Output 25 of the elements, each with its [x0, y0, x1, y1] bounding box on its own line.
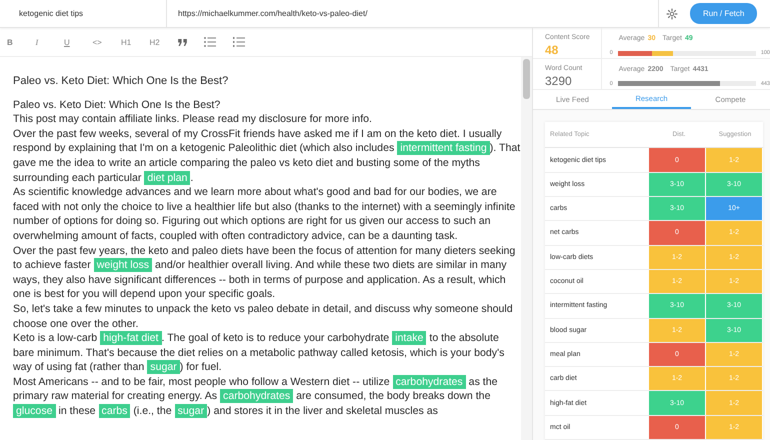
paragraph: Paleo vs. Keto Diet: Which One Is the Best? — [13, 98, 222, 112]
score-value: 3290 — [545, 74, 573, 88]
paragraph: Keto is a low-carb high-fat diet . The goal of keto is to reduce your carbohydrate intake to the absolute bare minimum. That's because the diet relies on a metabolic pathway called ketosis, which is your body's way of using fat (rather than sugar ) for fuel. — [13, 331, 506, 375]
bullet-list-icon[interactable] — [204, 37, 216, 47]
document-title: Paleo vs. Keto Diet: Which One Is the Best? — [13, 74, 230, 89]
settings-icon[interactable] — [666, 8, 678, 20]
paragraph: As scientific knowledge advances and we learn more about what's good and bad for our bodies, we are faced with not only the choice to live a healthier life but also (thanks to the internet) with a seemingly infinite number of options for doing so. Figuring out which options are right for us given our access to such an overwhelming amount of facts, coupled with often contradictory advice, can be a daunting task. — [13, 185, 516, 244]
paragraph: Over the past few years, the keto and paleo diets have been the focus of attention for many dieters seeking to achieve faster weight loss and/or healthier overall living. And while these two diets are similar in many ways, they also have significant differences -- both in terms of purpose and application. As a result, which one is best for you will depend upon your specific goals. — [13, 244, 516, 302]
format-button[interactable]: B — [7, 38, 36, 46]
format-button[interactable]: H2 — [150, 38, 178, 46]
run-fetch-button[interactable]: Run / Fetch — [690, 3, 758, 24]
paragraph: So, let's take a few minutes to unpack the keto vs paleo debate in detail, and discuss why someone should choose one over the other. — [13, 302, 514, 332]
format-button[interactable]: I — [36, 38, 64, 46]
paragraph: Most Americans -- and to be fair, most people who follow a Western diet -- utilize carbohydrates as the primary raw material for creating energy. As carbohydrates are consumed, the body breaks down the glucose in these carbs (i.e., the sugar ) and stores it in the liver and skeletal muscles as — [13, 374, 499, 419]
quote-icon[interactable] — [178, 38, 187, 46]
paragraph: Over the past few weeks, several of my CrossFit friends have asked me if I am on the keto diet. I usually respond by explaining that I'm on a ketogenic Paleolithic diet (which also includes intermittent fasting ). That gave me the idea to write an article comparing the paleo vs keto diet and busting some of the myths surrounding each particular diet plan . — [13, 126, 521, 186]
format-button[interactable]: <> — [92, 38, 121, 46]
numbered-list-icon[interactable] — [233, 37, 245, 47]
format-button[interactable]: H1 — [121, 38, 150, 46]
scrollbar-thumb[interactable] — [523, 59, 530, 99]
url-field[interactable]: https://michaelkummer.com/health/keto-vs-paleo-diet/ — [167, 0, 658, 27]
score-value: 48 — [545, 43, 560, 57]
paragraph: This post may contain affiliate links. Please read my disclosure for more info. — [13, 112, 373, 127]
keyword-field[interactable]: ketogenic diet tips — [0, 0, 167, 27]
format-button[interactable]: U — [64, 38, 92, 46]
